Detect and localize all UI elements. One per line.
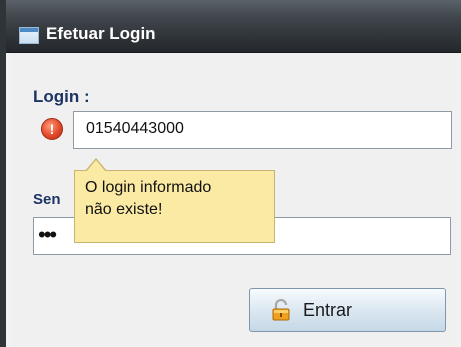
error-tooltip: O login informado não existe!: [74, 170, 275, 243]
login-label: Login :: [33, 87, 90, 106]
tooltip-line-1: O login informado: [85, 179, 212, 196]
entrar-button-label: Entrar: [303, 300, 353, 320]
login-window: Efetuar Login Login : ! 01540443000 Sen …: [0, 0, 461, 347]
tooltip-line-2: não existe!: [85, 201, 163, 218]
tooltip-arrow-fill: [86, 160, 106, 172]
lock-icon: [272, 299, 290, 321]
login-input[interactable]: 01540443000: [73, 111, 452, 149]
window-title: Efetuar Login: [46, 24, 156, 43]
window-icon: [19, 27, 39, 44]
senha-label: Sen: [33, 191, 61, 208]
entrar-button[interactable]: Entrar: [249, 288, 446, 332]
error-icon: !: [41, 118, 63, 140]
title-bar[interactable]: Efetuar Login: [6, 0, 461, 53]
